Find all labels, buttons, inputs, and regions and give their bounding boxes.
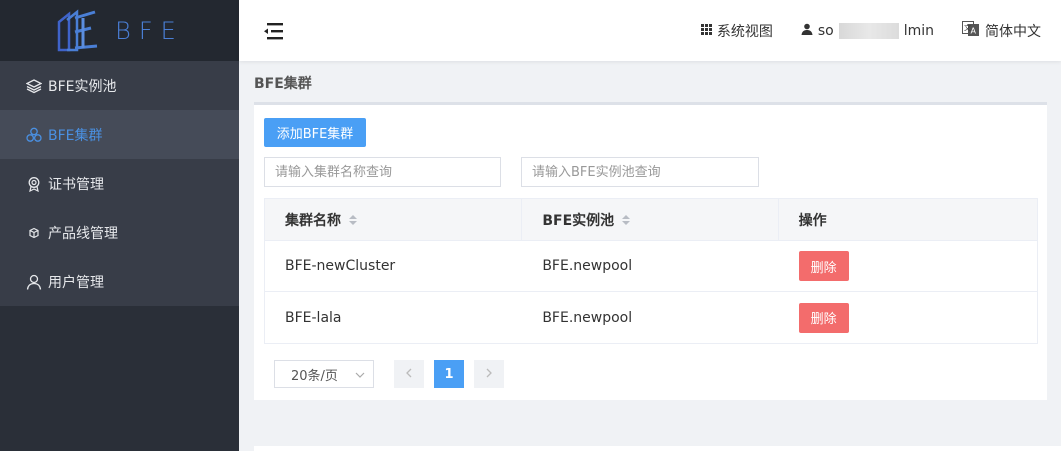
cube-icon	[26, 225, 42, 241]
sidebar: BFE BFE实例池 BFE集群 证书管理 产品线管理 用户管理	[0, 0, 239, 451]
username-prefix: so	[817, 22, 834, 39]
sort-icon[interactable]	[349, 214, 357, 225]
logo[interactable]: BFE	[0, 0, 239, 61]
chevron-right-icon	[486, 367, 492, 382]
page-size-label: 20条/页	[291, 368, 338, 384]
page-size-select[interactable]: 20条/页	[274, 360, 374, 388]
column-label: 操作	[798, 212, 827, 229]
page-title: BFE集群	[254, 76, 312, 92]
username-redaction	[838, 22, 899, 39]
top-header: 系统视图 so lmin 文A 简体中文	[239, 0, 1061, 61]
column-header-cluster-name[interactable]: 集群名称	[265, 199, 523, 240]
delete-button[interactable]: 删除	[798, 251, 849, 281]
menu-toggle-icon[interactable]	[263, 20, 287, 42]
bfe-logo-icon	[57, 8, 98, 51]
delete-button[interactable]: 删除	[798, 302, 849, 333]
user-icon	[26, 274, 42, 290]
actions-cell: 删除	[779, 292, 1037, 343]
logo-text: BFE	[115, 16, 184, 45]
column-header-pool[interactable]: BFE实例池	[522, 199, 779, 240]
pool-cell: BFE.newpool	[542, 309, 633, 326]
sidebar-item-label: BFE集群	[48, 127, 103, 144]
table-header: 集群名称 BFE实例池 操作	[265, 199, 1037, 241]
column-header-actions: 操作	[779, 199, 1037, 240]
system-view-label: 系统视图	[716, 23, 773, 40]
actions-cell: 删除	[779, 241, 1037, 291]
table-row: BFE-newCluster BFE.newpool 删除	[265, 241, 1037, 292]
system-view-link[interactable]: 系统视图	[700, 21, 773, 41]
sidebar-item-user[interactable]: 用户管理	[0, 257, 239, 306]
translate-icon: 文A	[962, 20, 980, 41]
prev-page-button[interactable]	[394, 360, 424, 388]
next-page-button[interactable]	[474, 360, 504, 388]
cluster-name-cell: BFE-newCluster	[285, 258, 396, 274]
sort-icon[interactable]	[622, 214, 631, 225]
pool-search-input[interactable]	[521, 157, 759, 187]
sidebar-item-bfe-pool[interactable]: BFE实例池	[0, 61, 239, 110]
user-menu[interactable]: so lmin	[801, 22, 934, 39]
cluster-table: 集群名称 BFE实例池 操作 BFE-newCluster BFE.newpoo…	[264, 198, 1038, 344]
person-icon	[801, 23, 813, 39]
column-label: BFE实例池	[542, 212, 615, 229]
pagination: 20条/页 1	[274, 360, 514, 388]
pool-cell: BFE.newpool	[542, 258, 633, 274]
sidebar-item-bfe-cluster[interactable]: BFE集群	[0, 110, 239, 159]
chevron-down-icon	[355, 367, 365, 382]
sidebar-item-label: 产品线管理	[48, 225, 118, 242]
sidebar-item-label: 用户管理	[48, 274, 104, 291]
cluster-icon	[26, 127, 42, 143]
sidebar-item-product-line[interactable]: 产品线管理	[0, 208, 239, 257]
language-label: 简体中文	[985, 23, 1041, 40]
layers-icon	[26, 78, 42, 94]
username-suffix: lmin	[903, 22, 934, 39]
header-actions: 系统视图 so lmin 文A 简体中文	[700, 0, 1041, 61]
add-cluster-button[interactable]: 添加BFE集群	[264, 118, 366, 147]
page-number-button[interactable]: 1	[434, 360, 464, 388]
sidebar-item-label: BFE实例池	[48, 78, 117, 95]
column-label: 集群名称	[285, 212, 341, 229]
cluster-name-cell: BFE-lala	[285, 309, 342, 326]
footer-panel	[254, 446, 1061, 451]
sidebar-item-label: 证书管理	[48, 176, 104, 193]
main-panel: 添加BFE集群 集群名称 BFE实例池 操作 BFE-newCluster BF…	[254, 105, 1047, 400]
certificate-icon	[26, 176, 42, 192]
table-row: BFE-lala BFE.newpool 删除	[265, 292, 1037, 343]
svg-text:A: A	[971, 26, 977, 35]
grid-icon	[700, 23, 712, 39]
sidebar-item-certificate[interactable]: 证书管理	[0, 159, 239, 208]
cluster-name-search-input[interactable]	[264, 157, 501, 187]
language-switcher[interactable]: 文A 简体中文	[962, 20, 1041, 41]
sidebar-menu: BFE实例池 BFE集群 证书管理 产品线管理 用户管理	[0, 61, 239, 306]
chevron-left-icon	[406, 367, 412, 382]
